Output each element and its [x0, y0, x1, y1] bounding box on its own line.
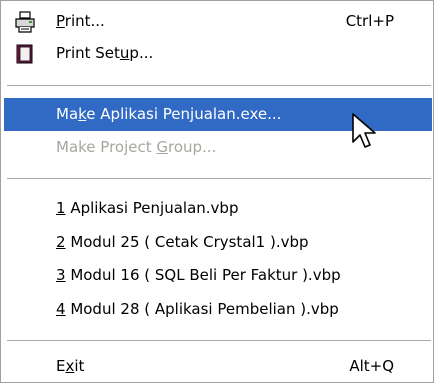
menu-separator [7, 178, 431, 180]
file-menu: Print... Ctrl+P Print Setup... Make Apli… [0, 0, 434, 383]
exit-label: Exit [56, 357, 85, 375]
menu-separator [7, 340, 431, 342]
menu-item-print-setup[interactable]: Print Setup... [4, 37, 432, 70]
make-project-group-label: Make Project Group... [56, 138, 217, 156]
printer-icon [14, 11, 36, 33]
menu-separator [7, 85, 431, 87]
menu-item-recent-2[interactable]: 2 Modul 25 ( Cetak Crystal1 ).vbp [4, 226, 432, 259]
menu-item-recent-4[interactable]: 4 Modul 28 ( Aplikasi Pembelian ).vbp [4, 293, 432, 326]
exit-shortcut: Alt+Q [349, 357, 394, 375]
print-setup-icon [14, 43, 36, 65]
menu-item-recent-1[interactable]: 1 Aplikasi Penjualan.vbp [4, 192, 432, 225]
recent-1-label: 1 Aplikasi Penjualan.vbp [56, 199, 239, 217]
recent-3-label: 3 Modul 16 ( SQL Beli Per Faktur ).vbp [56, 266, 341, 284]
recent-2-label: 2 Modul 25 ( Cetak Crystal1 ).vbp [56, 233, 309, 251]
print-shortcut: Ctrl+P [345, 12, 394, 30]
print-label: Print... [56, 12, 105, 30]
make-exe-label: Make Aplikasi Penjualan.exe... [56, 105, 282, 123]
mouse-pointer-icon [352, 113, 376, 148]
print-setup-label: Print Setup... [56, 44, 154, 62]
recent-4-label: 4 Modul 28 ( Aplikasi Pembelian ).vbp [56, 300, 339, 318]
menu-item-exit[interactable]: Exit Alt+Q [4, 350, 432, 383]
menu-item-recent-3[interactable]: 3 Modul 16 ( SQL Beli Per Faktur ).vbp [4, 259, 432, 292]
menu-item-print[interactable]: Print... Ctrl+P [4, 5, 432, 38]
